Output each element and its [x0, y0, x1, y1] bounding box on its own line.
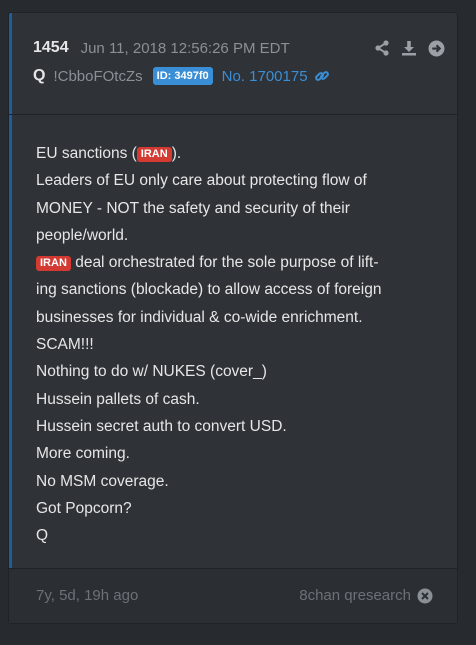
message-line: EU sanctions (IRAN). [36, 140, 447, 167]
author-name: Q [33, 67, 46, 84]
post-message: EU sanctions (IRAN). Leaders of EU only … [36, 140, 447, 549]
message-line: people/world. [36, 226, 129, 244]
board-source[interactable]: 8chan qresearch [299, 587, 411, 604]
message-line: Hussein secret auth to convert USD. [36, 417, 287, 435]
post-meta-row: 1454 Jun 11, 2018 12:56:26 PM EDT [33, 38, 290, 58]
message-line: businesses for individual & co-wide enri… [36, 308, 363, 326]
post-actions [373, 39, 445, 57]
message-text: EU sanctions ( [36, 145, 137, 162]
forward-icon[interactable] [427, 39, 445, 57]
iran-tag[interactable]: IRAN [36, 256, 71, 272]
post-timestamp: Jun 11, 2018 12:56:26 PM EDT [80, 39, 290, 57]
message-line: More coming. [36, 445, 130, 463]
message-line: Leaders of EU only care about protecting… [36, 172, 367, 190]
tripcode: !CbboFOtcZs [53, 67, 143, 85]
message-text: ). [171, 145, 182, 162]
message-text: deal orchestrated for the sole purpose o… [70, 254, 379, 272]
share-icon[interactable] [373, 39, 391, 57]
post-card: 1454 Jun 11, 2018 12:56:26 PM EDT Q !Cbb… [8, 12, 458, 624]
post-number: 1454 [33, 39, 69, 56]
post-link[interactable]: No. 1700175 [222, 68, 308, 85]
iran-tag[interactable]: IRAN [136, 147, 172, 162]
message-line: ing sanctions (blockade) to allow access… [36, 281, 382, 299]
message-line: Nothing to do w/ NUKES (cover_) [36, 363, 267, 381]
download-icon[interactable] [400, 39, 418, 57]
post-age: 7y, 5d, 19h ago [36, 587, 139, 604]
message-line: No MSM coverage. [36, 472, 169, 490]
message-line: IRAN deal orchestrated for the sole purp… [36, 249, 447, 276]
id-badge: ID: 3497f0 [152, 67, 213, 85]
message-line: Hussein pallets of cash. [36, 390, 200, 408]
message-line: Got Popcorn? [36, 499, 132, 517]
link-icon[interactable] [314, 68, 330, 84]
post-header: 1454 Jun 11, 2018 12:56:26 PM EDT Q !Cbb… [9, 13, 457, 115]
message-line: MONEY - NOT the safety and security of t… [36, 199, 350, 217]
post-footer: 7y, 5d, 19h ago 8chan qresearch [9, 568, 457, 623]
close-icon[interactable] [417, 588, 433, 604]
message-line: Q [36, 527, 49, 545]
message-line: SCAM!!! [36, 336, 94, 354]
author-row: Q !CbboFOtcZs ID: 3497f0 No. 1700175 [33, 65, 330, 87]
